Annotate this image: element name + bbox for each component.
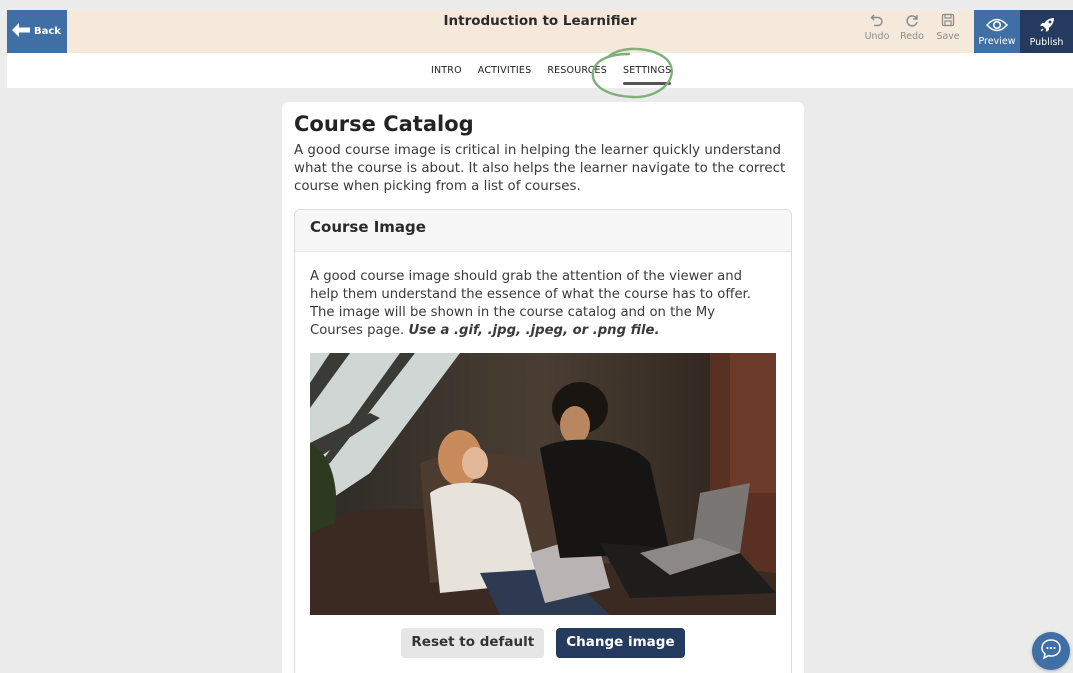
redo-icon	[905, 13, 919, 30]
save-icon	[941, 13, 955, 30]
preview-label: Preview	[978, 35, 1016, 47]
catalog-description: A good course image is critical in helpi…	[294, 143, 786, 194]
image-actions: Reset to default Change image	[295, 628, 791, 658]
course-image-panel: Course Image A good course image should …	[294, 209, 792, 673]
header-bar: Back Introduction to Learnifier Undo Red…	[7, 10, 1073, 53]
undo-icon	[870, 13, 884, 30]
formats-note: Use a .gif, .jpg, .jpeg, or .png file.	[408, 323, 660, 338]
redo-label: Redo	[900, 31, 924, 42]
course-catalog-card: Course Catalog A good course image is cr…	[282, 102, 804, 673]
save-button[interactable]: Save	[933, 13, 963, 42]
catalog-title: Course Catalog	[294, 112, 474, 136]
rocket-icon	[1038, 16, 1056, 37]
preview-button[interactable]: Preview	[974, 10, 1020, 53]
publish-button[interactable]: Publish	[1020, 10, 1073, 53]
tab-activities[interactable]: ACTIVITIES	[478, 65, 532, 76]
publish-label: Publish	[1029, 36, 1064, 48]
reset-to-default-button[interactable]: Reset to default	[401, 628, 545, 658]
tab-bar: INTRO ACTIVITIES RESOURCES SETTINGS	[7, 53, 1073, 88]
chat-button[interactable]	[1032, 632, 1070, 670]
undo-button[interactable]: Undo	[862, 13, 892, 42]
app-frame: Back Introduction to Learnifier Undo Red…	[7, 10, 1073, 673]
course-image-preview	[310, 353, 776, 615]
tab-settings[interactable]: SETTINGS	[622, 65, 672, 85]
chat-bubble-icon	[1039, 637, 1063, 665]
course-image-description: A good course image should grab the atte…	[310, 268, 765, 340]
tabs: INTRO ACTIVITIES RESOURCES SETTINGS	[431, 65, 672, 85]
eye-icon	[985, 17, 1009, 36]
change-image-button[interactable]: Change image	[556, 628, 685, 658]
course-image-heading: Course Image	[295, 210, 791, 252]
save-label: Save	[936, 31, 960, 42]
redo-button[interactable]: Redo	[897, 13, 927, 42]
tab-resources[interactable]: RESOURCES	[547, 65, 607, 76]
tab-intro[interactable]: INTRO	[431, 65, 462, 76]
undo-label: Undo	[864, 31, 890, 42]
